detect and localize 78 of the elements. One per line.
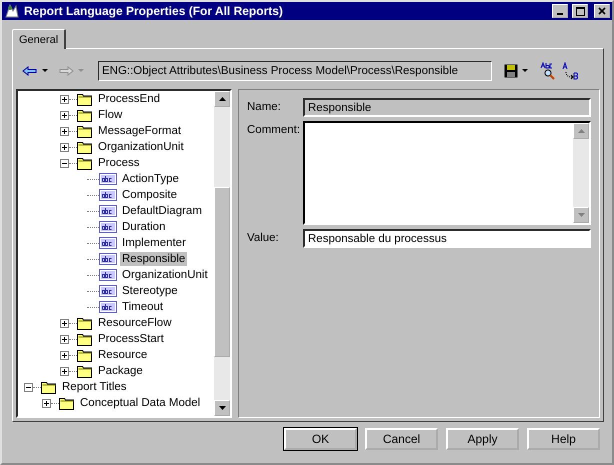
tab[interactable]: General	[12, 29, 66, 49]
tree-item[interactable]: ResourceFlow	[96, 316, 174, 330]
collapse-icon[interactable]	[60, 158, 69, 168]
field-label: Comment:	[247, 123, 302, 138]
folder-icon	[41, 380, 57, 394]
expand-icon[interactable]	[60, 350, 69, 360]
scrollbar[interactable]	[214, 91, 230, 416]
close-icon[interactable]	[598, 7, 606, 15]
folder-icon	[77, 156, 93, 170]
expand-icon[interactable]	[60, 318, 69, 328]
tree-item[interactable]: Process	[96, 156, 142, 170]
collapse-icon[interactable]	[24, 382, 33, 392]
app-icon	[4, 3, 20, 19]
scrollbar-thumb[interactable]	[214, 187, 230, 357]
text-attribute-icon	[99, 253, 117, 265]
tree-item[interactable]: ProcessEnd	[96, 92, 162, 106]
tree-item[interactable]: MessageFormat	[96, 124, 184, 138]
minimize-button[interactable]	[552, 4, 568, 18]
tree-item[interactable]: ProcessStart	[96, 332, 166, 346]
tree-item[interactable]: Flow	[96, 108, 124, 122]
dialog-button[interactable]: Help	[527, 428, 600, 450]
text-attribute-icon	[99, 221, 117, 233]
scroll-up-icon[interactable]	[218, 97, 226, 101]
text-attribute-icon	[99, 285, 117, 297]
path-field[interactable]: ENG::Object Attributes\Business Process Model\Process\Responsible	[98, 61, 492, 81]
folder-icon	[77, 332, 93, 346]
tree-item[interactable]: Duration	[120, 220, 168, 234]
dialog-button[interactable]: OK	[284, 428, 357, 450]
name-field[interactable]: Responsible	[303, 98, 591, 117]
folder-icon	[77, 364, 93, 378]
back-arrow-icon[interactable]	[22, 66, 38, 76]
tree-item[interactable]: DefaultDiagram	[120, 204, 204, 218]
tree-item[interactable]: OrganizationUnit	[96, 140, 186, 154]
dialog-button[interactable]: Cancel	[365, 428, 438, 450]
expand-icon[interactable]	[60, 110, 69, 120]
folder-icon	[77, 92, 93, 106]
maximize-button[interactable]	[572, 4, 588, 18]
folder-icon	[77, 140, 93, 154]
dropdown-caret-icon[interactable]	[42, 69, 48, 73]
tree-item[interactable]: Package	[96, 364, 145, 378]
text-attribute-icon	[99, 205, 117, 217]
folder-icon	[59, 396, 75, 410]
expand-icon[interactable]	[60, 334, 69, 344]
expand-icon[interactable]	[60, 94, 69, 104]
field-label: Value:	[247, 231, 280, 246]
expand-icon[interactable]	[60, 366, 69, 376]
replace-icon[interactable]	[562, 62, 580, 80]
expand-icon[interactable]	[42, 398, 51, 408]
folder-icon	[77, 108, 93, 122]
text-attribute-icon	[99, 189, 117, 201]
tree-item[interactable]: Timeout	[120, 300, 166, 314]
window-title: Report Language Properties (For All Reports)	[24, 4, 284, 18]
tree-item[interactable]: Resource	[96, 348, 150, 362]
field-label: Name:	[247, 100, 282, 115]
tree-item[interactable]: Composite	[120, 188, 179, 202]
tree-item[interactable]: Stereotype	[120, 284, 180, 298]
text-attribute-icon	[99, 237, 117, 249]
tree-item[interactable]: Conceptual Data Model	[78, 396, 202, 410]
tree-item[interactable]: Report Titles	[60, 380, 129, 394]
tree-item[interactable]: Responsible	[120, 252, 188, 266]
text-attribute-icon	[99, 173, 117, 185]
tree-item[interactable]: OrganizationUnit	[120, 268, 210, 282]
expand-icon[interactable]	[60, 142, 69, 152]
dialog-button[interactable]: Apply	[446, 428, 519, 450]
text-attribute-icon	[99, 301, 117, 313]
close-button[interactable]	[594, 4, 610, 18]
dropdown-caret-icon[interactable]	[522, 69, 528, 73]
scroll-down-icon[interactable]	[218, 406, 226, 410]
tree-item[interactable]: Implementer	[120, 236, 188, 250]
tree-item[interactable]: ActionType	[120, 172, 181, 186]
save-icon[interactable]	[504, 64, 518, 78]
text-attribute-icon	[99, 269, 117, 281]
folder-icon	[77, 348, 93, 362]
expand-icon[interactable]	[60, 126, 69, 136]
folder-icon	[77, 124, 93, 138]
value-field[interactable]: Responsable du processus	[303, 229, 591, 248]
maximize-icon[interactable]	[576, 6, 584, 16]
folder-icon	[77, 316, 93, 330]
